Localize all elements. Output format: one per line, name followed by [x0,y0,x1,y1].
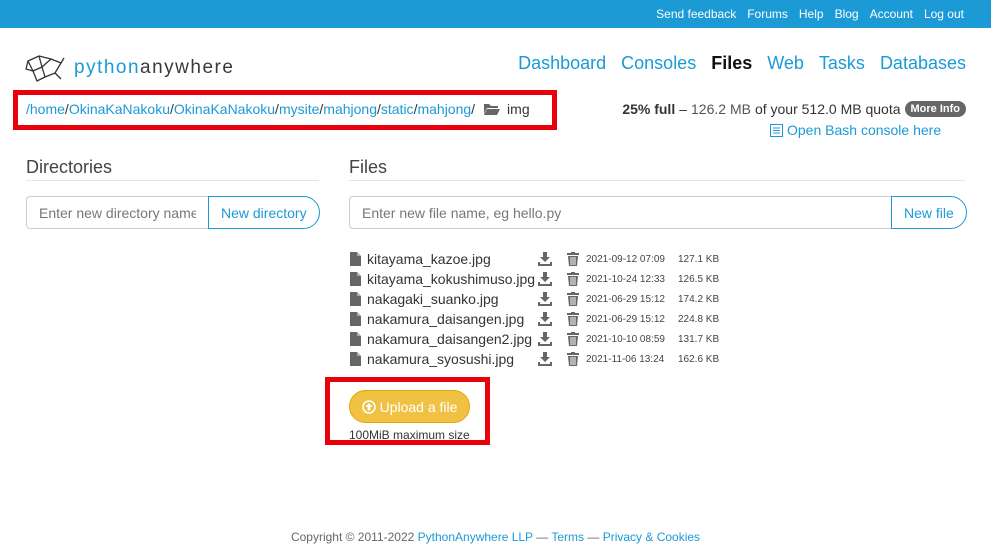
file-icon [350,352,362,366]
file-row: nakamura_syosushi.jpg 2021-11-06 13:24 1… [350,349,719,369]
file-date: 2021-11-06 13:24 [586,353,665,365]
python-anywhere-logo-icon [25,55,65,82]
directories-divider [26,180,319,181]
file-name[interactable]: kitayama_kazoe.jpg [367,251,538,267]
nav-consoles[interactable]: Consoles [621,53,696,74]
download-icon[interactable] [538,272,562,286]
help-link[interactable]: Help [799,7,824,21]
file-date: 2021-10-10 08:59 [586,333,665,345]
open-folder-icon [483,102,501,116]
nav-dashboard[interactable]: Dashboard [518,53,606,74]
top-links: Send feedback Forums Help Blog Account L… [656,7,964,21]
breadcrumb: /home / OkinaKaNakoku / OkinaKaNakoku / … [26,101,530,117]
account-link[interactable]: Account [870,7,913,21]
footer-copyright: Copyright © 2011-2022 [290,530,415,544]
quota-used: 126.2 MB [691,101,751,117]
file-size: 174.2 KB [678,293,720,305]
upload-file-button[interactable]: Upload a file [349,390,470,423]
file-size: 127.1 KB [678,253,720,265]
logo[interactable]: pythonanywhere [25,52,234,84]
download-icon[interactable] [538,252,562,266]
breadcrumb-user-1[interactable]: OkinaKaNakoku [69,101,170,117]
file-size: 224.8 KB [678,313,720,325]
upload-circle-icon [361,399,376,414]
new-file-group: New file [349,196,967,229]
breadcrumb-mahjong[interactable]: mahjong [323,101,377,117]
file-name[interactable]: nakamura_daisangen2.jpg [367,331,538,347]
files-title: Files [349,157,388,177]
blog-link[interactable]: Blog [835,7,859,21]
file-icon [350,252,362,266]
footer: Copyright © 2011-2022 PythonAnywhere LLP… [290,530,701,544]
trash-icon[interactable] [567,332,586,346]
file-date: 2021-09-12 07:09 [586,253,665,265]
file-row: nakagaki_suanko.jpg 2021-06-29 15:12 174… [350,289,719,309]
download-icon[interactable] [538,352,562,366]
file-name[interactable]: nakamura_daisangen.jpg [367,311,538,327]
quota-text: of your 512.0 MB quota [754,101,901,117]
file-name[interactable]: nakamura_syosushi.jpg [367,351,538,367]
file-icon [350,332,362,346]
file-name[interactable]: kitayama_kokushimuso.jpg [367,271,538,287]
file-row: nakamura_daisangen.jpg 2021-06-29 15:12 … [350,309,719,329]
trash-icon[interactable] [567,292,586,306]
new-file-button[interactable]: New file [891,196,967,229]
breadcrumb-user-2[interactable]: OkinaKaNakoku [174,101,275,117]
file-date: 2021-06-29 15:12 [586,293,665,305]
nav-tasks[interactable]: Tasks [819,53,865,74]
footer-terms-link[interactable]: Terms [551,530,584,544]
file-date: 2021-10-24 12:33 [586,273,665,285]
download-icon[interactable] [538,312,562,326]
files-divider [349,180,965,181]
logo-text: pythonanywhere [74,57,235,78]
new-file-input[interactable] [349,196,891,229]
download-icon[interactable] [538,332,562,346]
top-bar: Send feedback Forums Help Blog Account L… [0,0,991,28]
nav-files[interactable]: Files [711,53,752,74]
quota-info: 25% full – 126.2 MB of your 512.0 MB quo… [622,101,966,117]
file-row: kitayama_kazoe.jpg 2021-09-12 07:09 127.… [350,249,719,269]
nav-web[interactable]: Web [767,53,804,74]
new-directory-button[interactable]: New directory [208,196,320,229]
logout-link[interactable]: Log out [924,7,964,21]
download-icon[interactable] [538,292,562,306]
upload-max-size: 100MiB maximum size [349,428,470,442]
file-icon [350,272,362,286]
file-row: nakamura_daisangen2.jpg 2021-10-10 08:59… [350,329,719,349]
new-directory-input[interactable] [26,196,208,229]
file-date: 2021-06-29 15:12 [586,313,665,325]
trash-icon[interactable] [567,352,586,366]
footer-privacy-link[interactable]: Privacy & Cookies [603,530,700,544]
directories-title: Directories [26,157,113,177]
trash-icon[interactable] [567,312,586,326]
footer-company-link[interactable]: PythonAnywhere LLP [418,530,533,544]
nav-databases[interactable]: Databases [880,53,966,74]
more-info-badge[interactable]: More Info [904,101,966,117]
breadcrumb-mahjong-2[interactable]: mahjong [417,101,471,117]
breadcrumb-mysite[interactable]: mysite [279,101,319,117]
trash-icon[interactable] [567,252,586,266]
file-name[interactable]: nakagaki_suanko.jpg [367,291,538,307]
file-size: 131.7 KB [678,333,720,345]
file-size: 126.5 KB [678,273,720,285]
file-icon [350,292,362,306]
breadcrumb-home[interactable]: /home [26,101,65,117]
new-directory-group: New directory [26,196,320,229]
file-list: kitayama_kazoe.jpg 2021-09-12 07:09 127.… [350,249,719,369]
send-feedback-link[interactable]: Send feedback [656,7,736,21]
breadcrumb-current: img [507,101,530,117]
open-bash-console-link[interactable]: Open Bash console here [770,122,941,138]
main-nav: Dashboard Consoles Files Web Tasks Datab… [518,53,966,74]
forums-link[interactable]: Forums [747,7,788,21]
file-row: kitayama_kokushimuso.jpg 2021-10-24 12:3… [350,269,719,289]
file-icon [350,312,362,326]
list-icon [770,123,783,137]
trash-icon[interactable] [567,272,586,286]
file-size: 162.6 KB [678,353,720,365]
breadcrumb-static[interactable]: static [381,101,414,117]
quota-percent: 25% full [622,101,676,117]
